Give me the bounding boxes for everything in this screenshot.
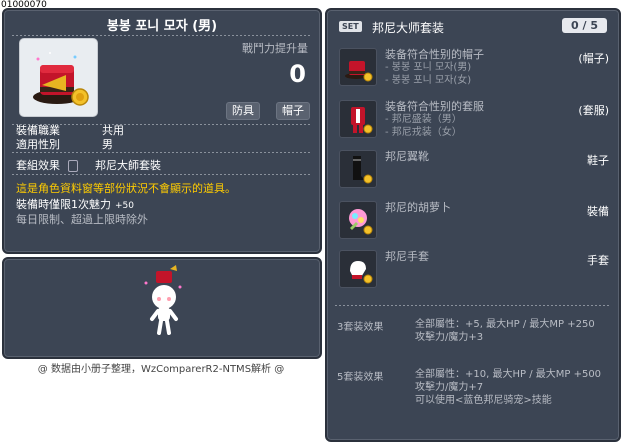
set-effect-line: 可以使用<蓝色邦尼骑宠>技能	[415, 395, 552, 406]
gender-value: 男	[102, 138, 113, 151]
glove-icon	[339, 250, 377, 288]
set-item-name: 邦尼翼靴	[385, 150, 429, 163]
category-tag-hat: 帽子	[276, 102, 310, 120]
info-icon	[67, 160, 78, 172]
item-image-frame	[19, 38, 98, 117]
set-item-type: (套服)	[578, 104, 609, 117]
set-item-type: (帽子)	[578, 52, 609, 65]
set-item-gloves[interactable]: 邦尼手套 手套	[339, 250, 609, 288]
divider	[12, 35, 312, 36]
set-item-text: 邦尼手套	[385, 250, 429, 263]
gender-label: 適用性別	[16, 138, 60, 151]
set-item-type: 手套	[587, 254, 609, 267]
set-effect-text: 全部屬性：+5, 最大HP / 最大MP +250 攻擊力/魔力+3	[415, 318, 609, 344]
character-preview-icon	[144, 265, 182, 335]
set-item-name: 装备符合性别的套服	[385, 100, 484, 113]
set-name: 邦尼大师套装	[372, 21, 445, 35]
set-effect-row[interactable]: 套組效果 邦尼大師套裝	[16, 157, 161, 173]
combat-power-label: 戰鬥力提升量	[242, 42, 308, 55]
item-title: 봉봉 포니 모자 (男)	[106, 19, 218, 34]
red-hat-icon	[33, 52, 89, 106]
overall-icon	[339, 100, 377, 138]
divider	[335, 305, 611, 306]
item-tooltip-panel: 봉봉 포니 모자 (男) 戰鬥力提升量 0 防具 帽子 裝備職業 共用 適用性別男…	[2, 8, 322, 254]
set-item-shoes[interactable]: 邦尼翼靴 鞋子	[339, 150, 609, 188]
set-count: 0 / 5	[562, 18, 607, 33]
charm-bonus: +50	[115, 201, 134, 211]
gender-row: 適用性別 男	[16, 136, 113, 152]
set-effect-value: 邦尼大師套裝	[95, 159, 161, 172]
divider	[12, 152, 312, 153]
set-item-type: 鞋子	[587, 154, 609, 167]
set-effect-label: 5套装效果	[337, 372, 384, 383]
set-item-sub: - 봉봉 포니 모자(女)	[385, 75, 472, 86]
set-item-type: 裝備	[587, 205, 609, 218]
character-preview-panel	[2, 257, 322, 359]
boot-icon	[339, 150, 377, 188]
daily-limit-text: 每日限制、超過上限時除外	[16, 213, 148, 226]
set-item-text: 邦尼翼靴	[385, 150, 429, 163]
set-item-name: 装备符合性别的帽子	[385, 48, 484, 61]
combat-power-value: 0	[289, 60, 306, 88]
set-effect-label: 3套装效果	[337, 322, 384, 333]
set-info-panel: SET 邦尼大师套装 0 / 5 装备符合性别的帽子 - 봉봉 포니 모자(男)…	[325, 8, 621, 442]
set-item-carrot[interactable]: 邦尼的胡萝卜 裝備	[339, 201, 609, 239]
set-effect-3: 3套装效果 全部屬性：+5, 最大HP / 最大MP +250 攻擊力/魔力+3	[337, 318, 607, 366]
set-effect-line: 全部屬性：+5, 最大HP / 最大MP +250	[415, 319, 595, 330]
set-item-sub: - 邦尼戎装（女）	[385, 127, 462, 138]
set-item-sub: - 봉봉 포니 모자(男)	[385, 62, 472, 73]
carrot-icon	[339, 201, 377, 239]
category-tag-armor: 防具	[226, 102, 260, 120]
set-badge: SET	[339, 21, 362, 32]
set-effect-text: 全部屬性：+10, 最大HP / 最大MP +500 攻擊力/魔力+7 可以使用…	[415, 368, 609, 407]
set-item-sub: - 邦尼盛装（男）	[385, 114, 462, 125]
set-effect-line: 攻擊力/魔力+3	[415, 332, 484, 343]
set-effect-5: 5套装效果 全部屬性：+10, 最大HP / 最大MP +500 攻擊力/魔力+…	[337, 368, 607, 432]
footer-credit: @ 数据由小册子整理，WzComparerR2-NTMS解析 @	[37, 364, 285, 375]
set-item-text: 装备符合性别的套服 - 邦尼盛装（男） - 邦尼戎装（女）	[385, 100, 484, 139]
set-item-hat[interactable]: 装备符合性别的帽子 - 봉봉 포니 모자(男) - 봉봉 포니 모자(女) (帽…	[339, 48, 609, 86]
set-item-name: 邦尼手套	[385, 250, 429, 263]
set-item-name: 邦尼的胡萝卜	[385, 201, 451, 214]
divider	[12, 174, 312, 175]
hat-icon	[339, 48, 377, 86]
set-effect-line: 攻擊力/魔力+7	[415, 382, 484, 393]
notice-text: 這是角色資料窗等部份狀況不會顯示的道具。	[16, 182, 236, 195]
set-effect-line: 全部屬性：+10, 最大HP / 最大MP +500	[415, 369, 602, 380]
set-item-text: 邦尼的胡萝卜	[385, 201, 451, 214]
charm-limit-text: 裝備時僅限1次魅力	[16, 198, 111, 211]
charm-limit-row: 裝備時僅限1次魅力 +50	[16, 196, 134, 212]
set-item-text: 装备符合性别的帽子 - 봉봉 포니 모자(男) - 봉봉 포니 모자(女)	[385, 48, 484, 87]
set-effect-label: 套組效果	[16, 159, 60, 172]
set-item-overall[interactable]: 装备符合性别的套服 - 邦尼盛装（男） - 邦尼戎装（女） (套服)	[339, 100, 609, 138]
